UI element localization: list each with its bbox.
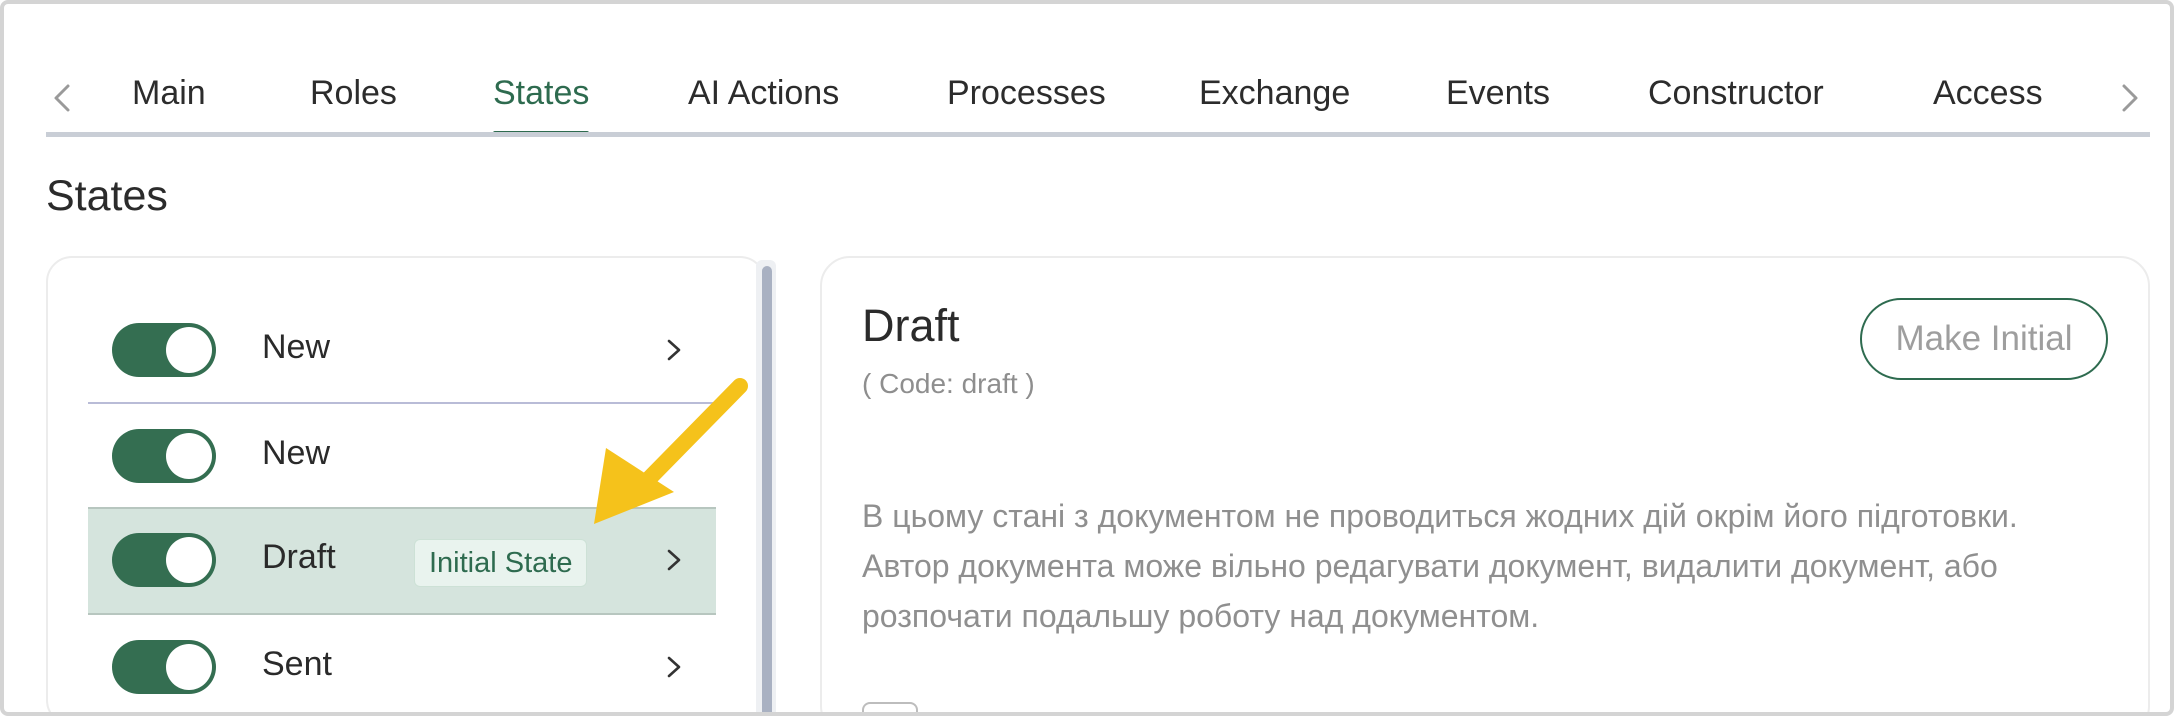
state-row-sent[interactable]: Sent xyxy=(88,615,716,712)
tab-access[interactable]: Access xyxy=(1933,66,2043,132)
partial-control[interactable] xyxy=(862,702,918,712)
state-enabled-toggle[interactable] xyxy=(112,323,216,377)
tab-list: Main Roles States AI Actions Processes E… xyxy=(46,54,2150,140)
make-initial-button[interactable]: Make Initial xyxy=(1860,298,2108,380)
state-code: ( Code: draft ) xyxy=(862,368,1035,399)
page-title: States xyxy=(46,172,168,220)
state-detail-title: Draft xyxy=(862,300,960,351)
toggle-knob xyxy=(166,644,212,690)
tab-bar-baseline xyxy=(46,132,2150,137)
app-frame: Main Roles States AI Actions Processes E… xyxy=(0,0,2174,716)
state-enabled-toggle[interactable] xyxy=(112,533,216,587)
state-label: New xyxy=(262,328,331,366)
chevron-right-icon[interactable] xyxy=(662,332,686,368)
tab-constructor[interactable]: Constructor xyxy=(1648,66,1824,132)
state-enabled-toggle[interactable] xyxy=(112,429,216,483)
tab-events[interactable]: Events xyxy=(1446,66,1550,132)
toggle-knob xyxy=(166,433,212,479)
annotation-arrow-icon xyxy=(594,378,748,524)
chevron-right-icon[interactable] xyxy=(2110,78,2146,118)
toggle-knob xyxy=(166,537,212,583)
tab-processes[interactable]: Processes xyxy=(947,66,1106,132)
tab-ai-actions[interactable]: AI Actions xyxy=(688,66,839,132)
tab-exchange[interactable]: Exchange xyxy=(1199,66,1350,132)
state-label: Sent xyxy=(262,645,332,683)
state-enabled-toggle[interactable] xyxy=(112,640,216,694)
chevron-right-icon[interactable] xyxy=(662,649,686,685)
state-label: New xyxy=(262,434,331,472)
tab-states[interactable]: States xyxy=(493,66,590,137)
tab-bar: Main Roles States AI Actions Processes E… xyxy=(46,54,2150,140)
chevron-right-icon[interactable] xyxy=(662,542,686,578)
initial-state-badge: Initial State xyxy=(414,539,588,587)
tab-main[interactable]: Main xyxy=(132,66,206,132)
state-label: Draft xyxy=(262,538,336,576)
toggle-knob xyxy=(166,327,212,373)
tab-roles[interactable]: Roles xyxy=(310,66,397,132)
state-description: В цьому стані з документом не проводитьс… xyxy=(862,498,2018,634)
